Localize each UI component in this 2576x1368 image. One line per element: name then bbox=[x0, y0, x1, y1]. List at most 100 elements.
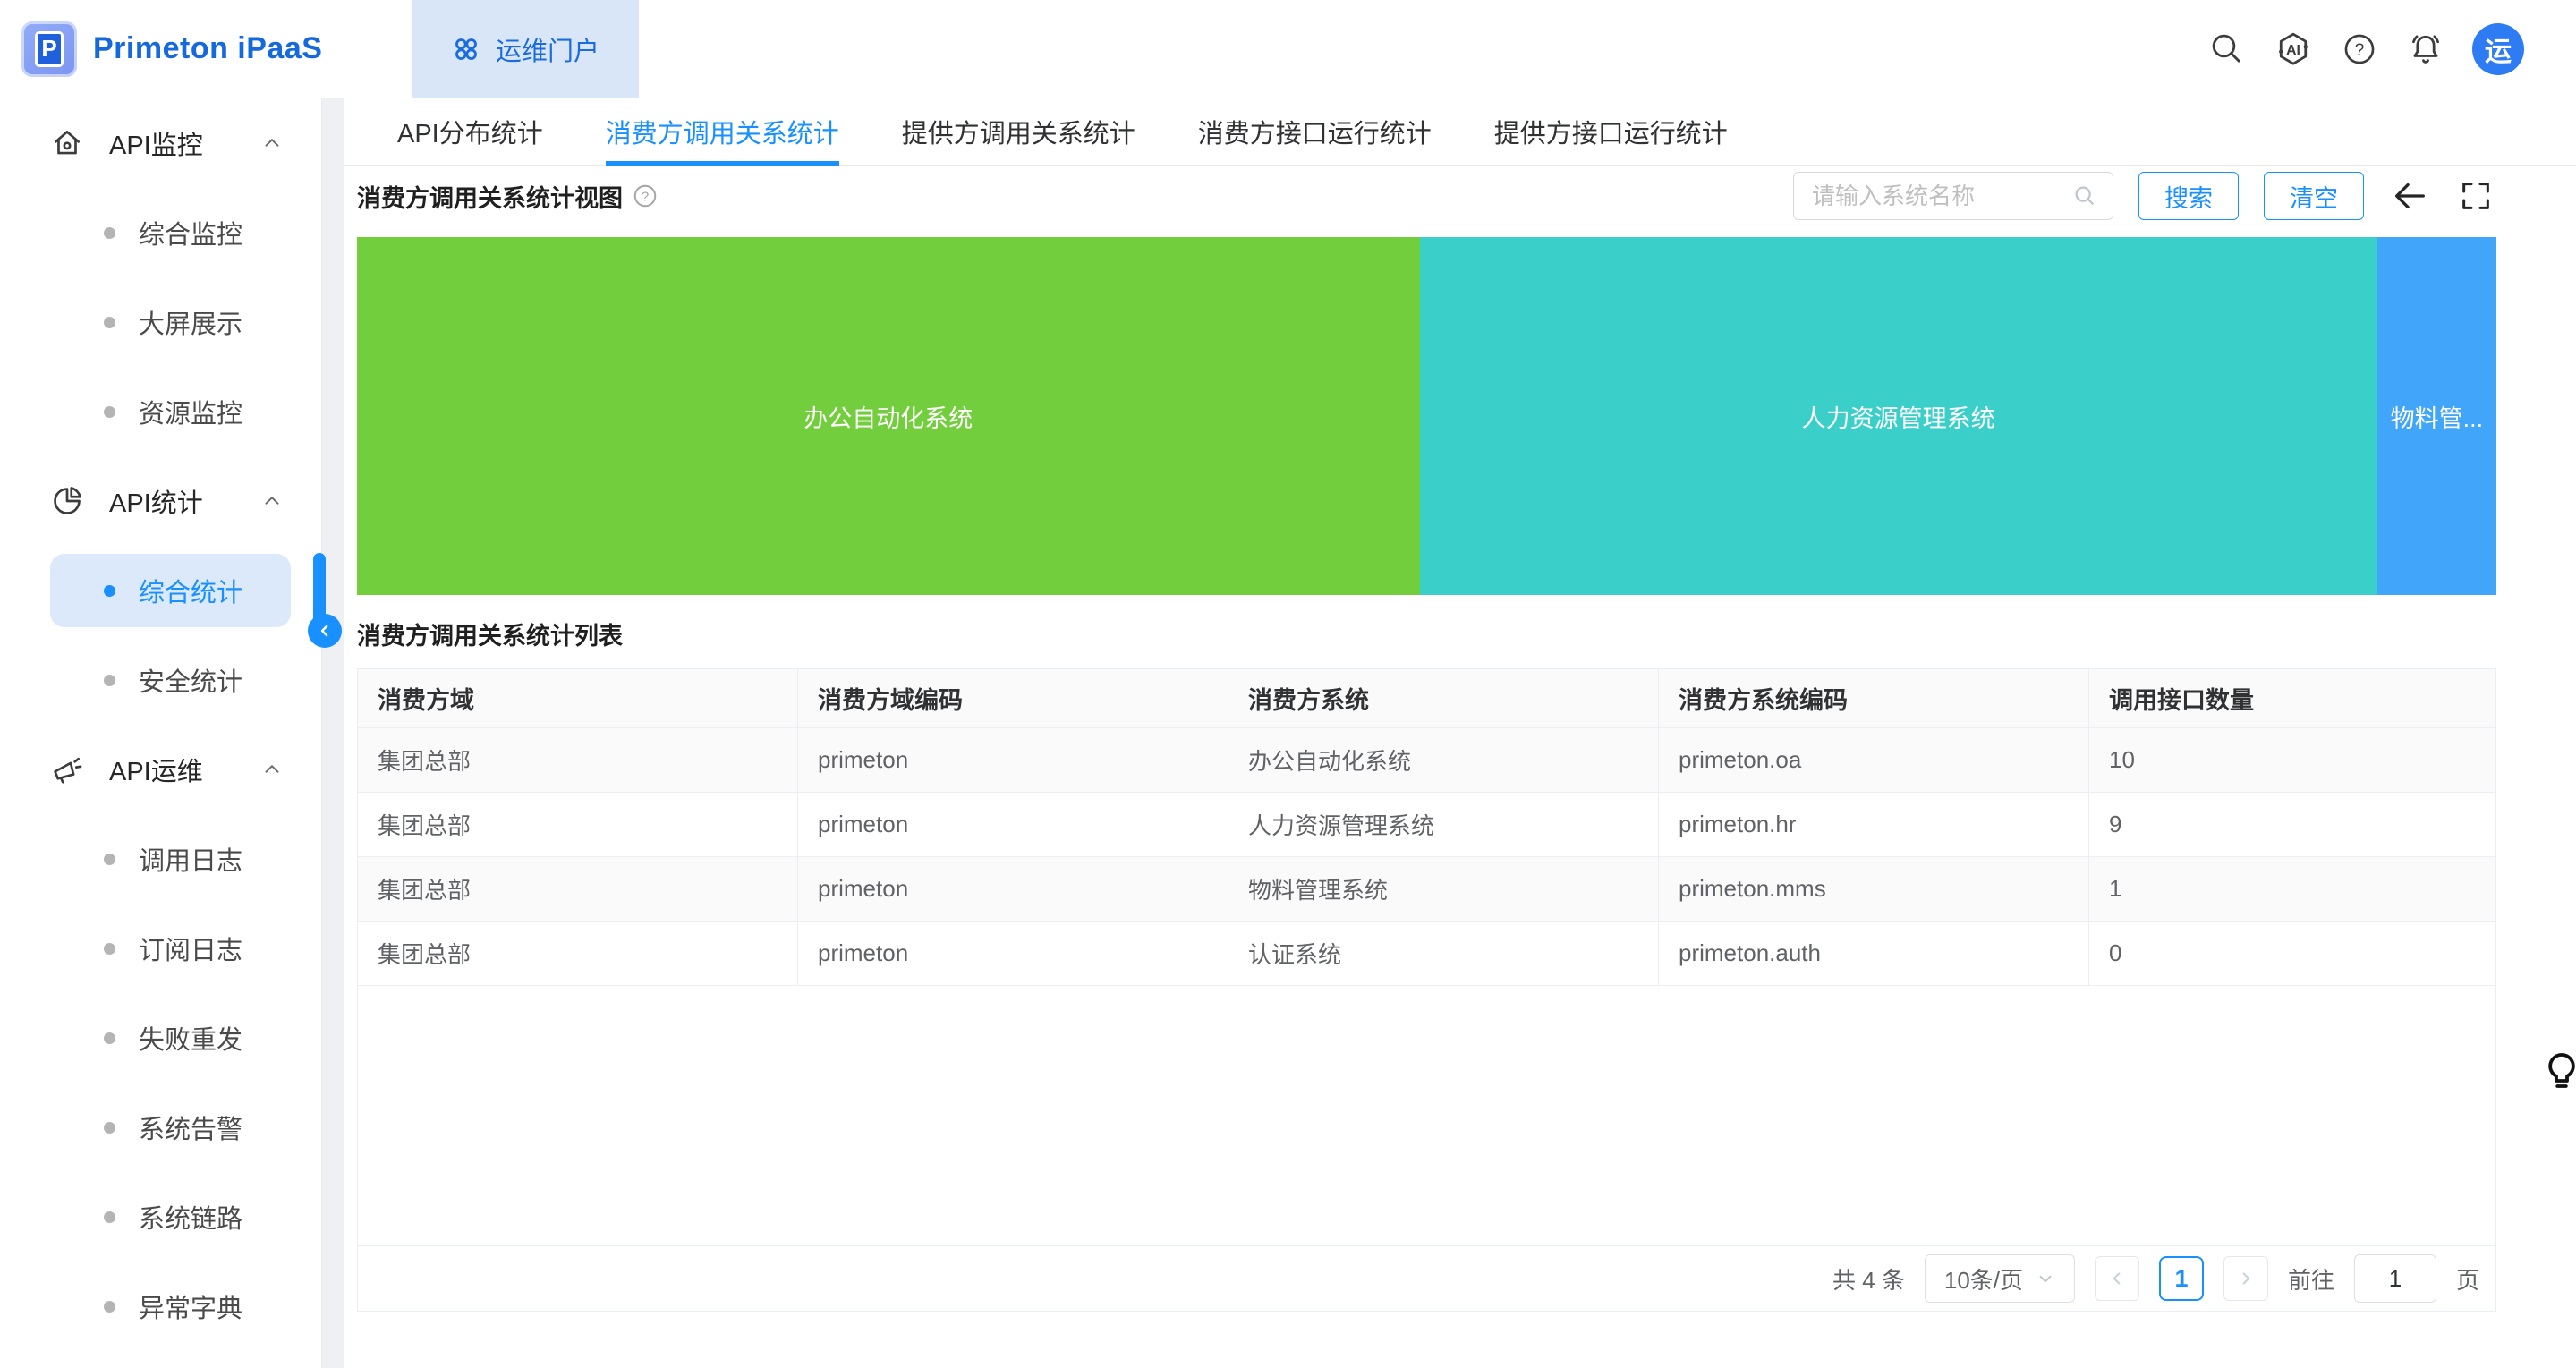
sidebar-item-resource-monitor[interactable]: 资源监控 bbox=[0, 367, 321, 456]
column-header: 消费方系统 bbox=[1228, 669, 1659, 728]
table-row: 集团总部 primeton 物料管理系统 primeton.mms 1 bbox=[358, 857, 2495, 922]
table-row: 集团总部 primeton 人力资源管理系统 primeton.hr 9 bbox=[358, 793, 2495, 857]
sidebar-group-label: API统计 bbox=[109, 482, 260, 520]
pie-chart-icon bbox=[50, 484, 84, 518]
sidebar-group-api-ops[interactable]: API运维 bbox=[0, 725, 321, 814]
bullet-dot-icon bbox=[104, 1301, 115, 1313]
treemap-block-oa[interactable]: 办公自动化系统 bbox=[357, 237, 1420, 595]
question-circle-icon[interactable]: ? bbox=[632, 183, 659, 209]
portal-tab-label: 运维门户 bbox=[496, 30, 599, 68]
column-header: 调用接口数量 bbox=[2089, 669, 2495, 728]
sidebar-group-label: API监控 bbox=[109, 124, 260, 162]
primeton-logo-icon: P bbox=[21, 21, 77, 77]
sidebar-item-system-alerts[interactable]: 系统告警 bbox=[0, 1083, 321, 1172]
view-toolbar: 消费方调用关系统计视图 ? bbox=[357, 173, 2496, 219]
sidebar-group-api-monitor[interactable]: API监控 bbox=[0, 98, 321, 188]
column-header: 消费方域 bbox=[358, 669, 798, 728]
app-root: P Primeton iPaaS 运维门户 bbox=[0, 0, 2576, 1368]
header-actions: AI ? 运 bbox=[2207, 23, 2576, 75]
portal-tab-ops[interactable]: 运维门户 bbox=[412, 0, 639, 98]
system-name-search[interactable] bbox=[1793, 172, 2113, 220]
tab-provider-call-relation[interactable]: 提供方调用关系统计 bbox=[902, 98, 1135, 165]
chevron-down-icon bbox=[2036, 1269, 2055, 1288]
svg-text:?: ? bbox=[2355, 41, 2365, 60]
bullet-dot-icon bbox=[104, 317, 115, 328]
bullet-dot-icon bbox=[104, 854, 115, 865]
ai-assistant-icon[interactable]: AI bbox=[2274, 30, 2313, 69]
bullet-dot-icon bbox=[104, 585, 115, 597]
top-header: P Primeton iPaaS 运维门户 bbox=[0, 0, 2576, 98]
notification-bell-icon[interactable] bbox=[2406, 30, 2445, 69]
help-icon[interactable]: ? bbox=[2340, 30, 2379, 69]
chevron-left-icon bbox=[2107, 1269, 2127, 1288]
treemap-block-hr[interactable]: 人力资源管理系统 bbox=[1420, 237, 2377, 595]
page-size-select[interactable]: 10条/页 bbox=[1925, 1254, 2075, 1303]
chevron-up-icon bbox=[260, 132, 284, 155]
page-number-1[interactable]: 1 bbox=[2159, 1256, 2204, 1301]
goto-page-input[interactable] bbox=[2354, 1254, 2436, 1303]
search-icon[interactable] bbox=[2207, 30, 2247, 69]
column-header: 消费方域编码 bbox=[798, 669, 1228, 728]
main-content: API分布统计 消费方调用关系统计 提供方调用关系统计 消费方接口运行统计 提供… bbox=[344, 98, 2576, 1368]
sidebar-item-comprehensive-statistics[interactable]: 综合统计 bbox=[50, 554, 291, 627]
bullet-dot-icon bbox=[104, 1211, 115, 1223]
avatar[interactable]: 运 bbox=[2472, 23, 2524, 75]
sidebar-collapse-button[interactable] bbox=[308, 614, 342, 648]
chevron-up-icon bbox=[260, 489, 284, 513]
fullscreen-icon[interactable] bbox=[2455, 175, 2496, 217]
sidebar-group-label: API运维 bbox=[109, 751, 260, 788]
table-row: 集团总部 primeton 认证系统 primeton.auth 0 bbox=[358, 922, 2495, 986]
goto-unit: 页 bbox=[2456, 1262, 2479, 1296]
home-icon bbox=[50, 126, 84, 160]
tab-consumer-api-runtime[interactable]: 消费方接口运行统计 bbox=[1198, 98, 1432, 165]
pagination: 共 4 条 10条/页 1 前往 bbox=[358, 1245, 2495, 1311]
lightbulb-icon[interactable] bbox=[2540, 1049, 2576, 1099]
search-input[interactable] bbox=[1812, 183, 2071, 210]
table-header: 消费方域 消费方域编码 消费方系统 消费方系统编码 调用接口数量 bbox=[358, 669, 2495, 728]
brand-area: P Primeton iPaaS bbox=[0, 21, 412, 77]
bullet-dot-icon bbox=[104, 943, 115, 955]
arrow-left-icon[interactable] bbox=[2389, 175, 2430, 217]
consumer-call-table: 消费方域 消费方域编码 消费方系统 消费方系统编码 调用接口数量 集团总部 pr… bbox=[357, 668, 2496, 1312]
bullet-dot-icon bbox=[104, 675, 115, 686]
grid-icon bbox=[451, 34, 481, 64]
view-title: 消费方调用关系统计视图 bbox=[357, 179, 623, 214]
tab-consumer-call-relation[interactable]: 消费方调用关系统计 bbox=[606, 98, 839, 165]
bullet-dot-icon bbox=[104, 406, 115, 418]
sidebar-item-subscription-logs[interactable]: 订阅日志 bbox=[0, 904, 321, 993]
svg-text:AI: AI bbox=[2286, 43, 2300, 58]
column-header: 消费方系统编码 bbox=[1659, 669, 2089, 728]
brand-title: Primeton iPaaS bbox=[93, 31, 322, 66]
list-title: 消费方调用关系统计列表 bbox=[357, 616, 2496, 643]
sidebar-item-comprehensive-monitor[interactable]: 综合监控 bbox=[0, 188, 321, 277]
sidebar-item-system-links[interactable]: 系统链路 bbox=[0, 1172, 321, 1262]
sidebar-item-exception-dictionary[interactable]: 异常字典 bbox=[0, 1262, 321, 1351]
statistics-tabs: API分布统计 消费方调用关系统计 提供方调用关系统计 消费方接口运行统计 提供… bbox=[344, 98, 2576, 166]
search-button[interactable]: 搜索 bbox=[2138, 172, 2239, 220]
pagination-total: 共 4 条 bbox=[1832, 1262, 1905, 1296]
next-page-button[interactable] bbox=[2223, 1256, 2268, 1301]
svg-text:?: ? bbox=[642, 190, 649, 205]
chevron-up-icon bbox=[260, 758, 284, 781]
goto-label: 前往 bbox=[2288, 1262, 2334, 1296]
prev-page-button[interactable] bbox=[2095, 1256, 2139, 1301]
tab-api-distribution[interactable]: API分布统计 bbox=[397, 98, 543, 165]
sidebar-item-call-logs[interactable]: 调用日志 bbox=[0, 814, 321, 904]
page-body: API监控 综合监控 大屏展示 资源监控 bbox=[0, 98, 2576, 1368]
chevron-left-icon bbox=[316, 622, 334, 640]
sidebar-item-security-statistics[interactable]: 安全统计 bbox=[0, 635, 321, 725]
chevron-right-icon bbox=[2236, 1269, 2256, 1288]
treemap-block-mms[interactable]: 物料管... bbox=[2377, 237, 2496, 595]
sidebar-item-big-screen[interactable]: 大屏展示 bbox=[0, 277, 321, 367]
bullet-dot-icon bbox=[104, 1122, 115, 1134]
sidebar-item-failure-retry[interactable]: 失败重发 bbox=[0, 993, 321, 1083]
tab-provider-api-runtime[interactable]: 提供方接口运行统计 bbox=[1494, 98, 1728, 165]
table-row: 集团总部 primeton 办公自动化系统 primeton.oa 10 bbox=[358, 728, 2495, 793]
sidebar: API监控 综合监控 大屏展示 资源监控 bbox=[0, 98, 322, 1368]
search-icon bbox=[2071, 183, 2098, 209]
consumer-call-treemap: 办公自动化系统 人力资源管理系统 物料管... bbox=[357, 237, 2496, 595]
clear-button[interactable]: 清空 bbox=[2264, 172, 2364, 220]
bullet-dot-icon bbox=[104, 227, 115, 239]
sidebar-group-api-statistics[interactable]: API统计 bbox=[0, 456, 321, 546]
megaphone-icon bbox=[50, 752, 84, 786]
